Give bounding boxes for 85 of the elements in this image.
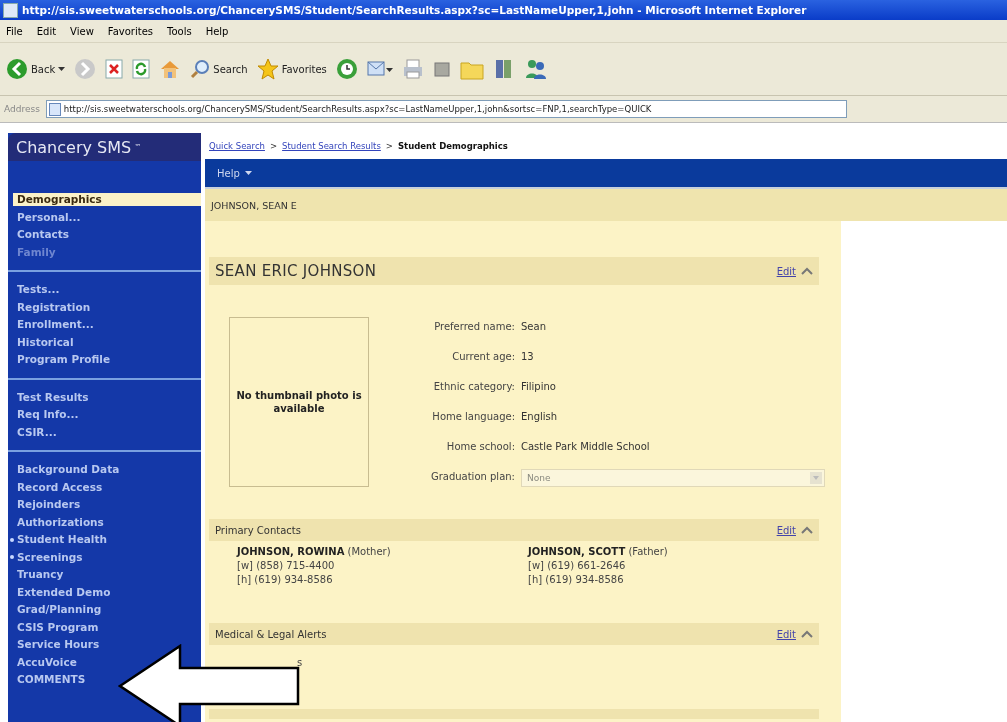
breadcrumb-separator: > [385, 141, 393, 151]
star-icon [256, 58, 279, 80]
sidebar-item[interactable]: Personal... [17, 210, 81, 224]
menu-item[interactable]: Tools [167, 25, 192, 37]
breadcrumb-current: Student Demographics [397, 141, 508, 151]
field-value: 13 [521, 350, 535, 364]
menu-item[interactable]: Help [205, 25, 229, 37]
phone-number: [h] (619) 934-8586 [237, 573, 334, 587]
sidebar-item[interactable]: Extended Demo [17, 585, 111, 599]
sidebar-item[interactable]: CSIR... [17, 425, 57, 439]
graduation-plan-dropdown: None [521, 469, 825, 487]
breadcrumb-link[interactable]: Student Search Results [282, 141, 381, 151]
mail-icon[interactable] [366, 59, 393, 79]
field-label: Home language: [431, 410, 515, 424]
caret-icon [58, 67, 66, 71]
field-value: Filipino [521, 380, 557, 394]
square-icon[interactable] [432, 60, 451, 78]
section-title: Medical & Legal Alerts [215, 628, 327, 640]
photo-message: No thumbnail photo is available [235, 389, 363, 415]
sidebar-item[interactable]: Tests... [17, 283, 60, 297]
page-icon [48, 102, 61, 116]
sidebar-item[interactable]: Req Info... [17, 408, 79, 422]
field-label: Graduation plan: [429, 470, 515, 484]
sidebar-item[interactable]: Program Profile [17, 353, 111, 367]
field-label: Home school: [445, 440, 515, 454]
stop-icon[interactable] [105, 59, 124, 79]
contact-name: JOHNSON, ROWINA (Mother) [237, 545, 392, 559]
student-name: JOHNSON, SEAN E [211, 199, 297, 211]
clock-icon[interactable] [335, 58, 358, 80]
sidebar-item[interactable]: Truancy [17, 568, 64, 582]
sidebar-item[interactable]: Enrollment... [17, 318, 94, 332]
sidebar-item[interactable]: AccuVoice [17, 655, 77, 669]
breadcrumb-link[interactable]: Quick Search [209, 141, 265, 151]
phone-number: [w] (619) 661-2646 [528, 559, 627, 573]
favorites-button[interactable]: Favorites [256, 58, 327, 80]
field-label: Preferred name: [433, 320, 515, 334]
sidebar-item[interactable]: Contacts [17, 228, 69, 242]
alert-text: s [297, 657, 303, 668]
menu-item[interactable]: File [6, 25, 23, 37]
phone-number: [w] (858) 715-4400 [237, 559, 336, 573]
people-icon[interactable] [523, 58, 548, 80]
section-title: Primary Contacts [215, 524, 301, 536]
collapse-icon[interactable] [801, 630, 813, 638]
sidebar-item[interactable]: Screenings [17, 550, 83, 564]
sidebar-item[interactable]: Background Data [17, 463, 120, 477]
sidebar-item[interactable]: CSIS Program [17, 620, 99, 634]
sidebar-item[interactable]: Historical [17, 335, 74, 349]
section-title: SEAN ERIC JOHNSON [215, 262, 377, 280]
window-title: http://sis.sweetwaterschools.org/ChancerySMS/Student/SearchResults.aspx?sc=LastNameUpper,1,john - Microsoft Internet Explorer [22, 4, 807, 16]
menu-item[interactable]: View [70, 25, 94, 37]
printer-icon[interactable] [401, 58, 424, 80]
help-menu[interactable]: Help [217, 167, 252, 179]
sidebar-item[interactable]: Service Hours [17, 638, 100, 652]
sidebar-item[interactable]: COMMENTS [17, 673, 86, 687]
sidebar-item[interactable]: Registration [17, 300, 91, 314]
field-value: Castle Park Middle School [521, 440, 651, 454]
logo: Chancery SMS $^{™}$ [8, 133, 201, 161]
contact-name: JOHNSON, SCOTT (Father) [528, 545, 669, 559]
search-button[interactable]: Search [190, 59, 248, 79]
edit-link[interactable]: Edit [776, 628, 796, 640]
sidebar-item[interactable]: Rejoinders [17, 498, 81, 512]
phone-number: [h] (619) 934-8586 [528, 573, 625, 587]
menu-item[interactable]: Edit [36, 25, 57, 37]
sidebar-item[interactable]: Demographics [13, 193, 201, 207]
search-icon [190, 59, 211, 79]
field-label: Current age: [451, 350, 515, 364]
edit-link[interactable]: Edit [776, 265, 796, 277]
field-label: Ethnic category: [432, 380, 515, 394]
refresh-icon[interactable] [132, 59, 151, 79]
breadcrumb-separator: > [269, 141, 278, 151]
address-field[interactable]: http://sis.sweetwaterschools.org/ChancerySMS/Student/SearchResults.aspx?sc=LastNameUpper,1,john&sortsc=FNP,1,searchType=QUICK [45, 100, 847, 118]
collapse-icon[interactable] [801, 267, 813, 275]
edit-link[interactable]: Edit [776, 524, 796, 536]
field-value: English [521, 410, 559, 424]
collapse-icon[interactable] [801, 526, 813, 534]
sidebar-item[interactable]: Authorizations [17, 515, 104, 529]
browser-icon [3, 2, 18, 18]
sidebar-item[interactable]: Grad/Planning [17, 603, 102, 617]
back-button[interactable]: Back [6, 58, 66, 80]
field-value: Sean [521, 320, 547, 334]
sidebar-item[interactable]: Test Results [17, 390, 89, 404]
menu-item[interactable]: Favorites [107, 25, 153, 37]
sidebar-item[interactable]: Student Health [17, 533, 107, 547]
sidebar-item[interactable]: Record Access [17, 480, 103, 494]
address-label: Address [4, 104, 40, 114]
